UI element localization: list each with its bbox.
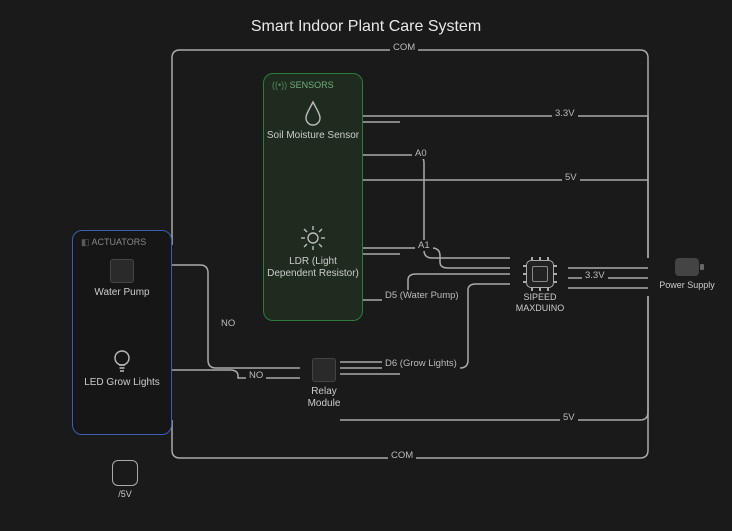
sensors-group: ((•)) SENSORS Soil Moisture Sensor LDR (…: [263, 73, 363, 321]
power-supply: Power Supply: [652, 258, 722, 291]
wire-a1: A1: [415, 240, 433, 251]
wire-com-top: COM: [390, 42, 418, 53]
diagram-title: Smart Indoor Plant Care System: [251, 18, 481, 36]
led-grow-lights: LED Grow Lights: [73, 349, 171, 389]
actuators-label: ◧ ACTUATORS: [81, 237, 146, 248]
chip-icon: [526, 260, 554, 288]
orphan-5v: /5V: [112, 460, 138, 499]
orphan-icon: [112, 460, 138, 486]
wire-com-bottom: COM: [388, 450, 416, 461]
soil-moisture-sensor: Soil Moisture Sensor: [264, 100, 362, 142]
psu-icon: [675, 258, 699, 276]
wire-33v-chip: 3.3V: [582, 270, 608, 281]
wire-a0: A0: [412, 148, 430, 159]
sun-icon: [299, 224, 327, 252]
wire-d5: D5 (Water Pump): [382, 290, 462, 301]
water-pump: Water Pump: [73, 259, 171, 299]
wire-d6: D6 (Grow Lights): [382, 358, 460, 369]
wire-5v-upper: 5V: [562, 172, 580, 183]
ldr-sensor: LDR (Light Dependent Resistor): [264, 224, 362, 280]
relay-module: Relay Module: [294, 358, 354, 410]
actuators-group: ◧ ACTUATORS Water Pump LED Grow Lights: [72, 230, 172, 435]
relay-icon: [312, 358, 336, 382]
wire-33v-top: 3.3V: [552, 108, 578, 119]
pump-icon: [110, 259, 134, 283]
sensors-label: ((•)) SENSORS: [272, 80, 334, 90]
wire-no-1: NO: [218, 318, 238, 329]
wire-no-2: NO: [246, 370, 266, 381]
droplet-icon: [302, 100, 324, 126]
wire-5v-lower: 5V: [560, 412, 578, 423]
bulb-icon: [111, 349, 133, 373]
microcontroller: SIPEED MAXDUINO: [510, 260, 570, 314]
